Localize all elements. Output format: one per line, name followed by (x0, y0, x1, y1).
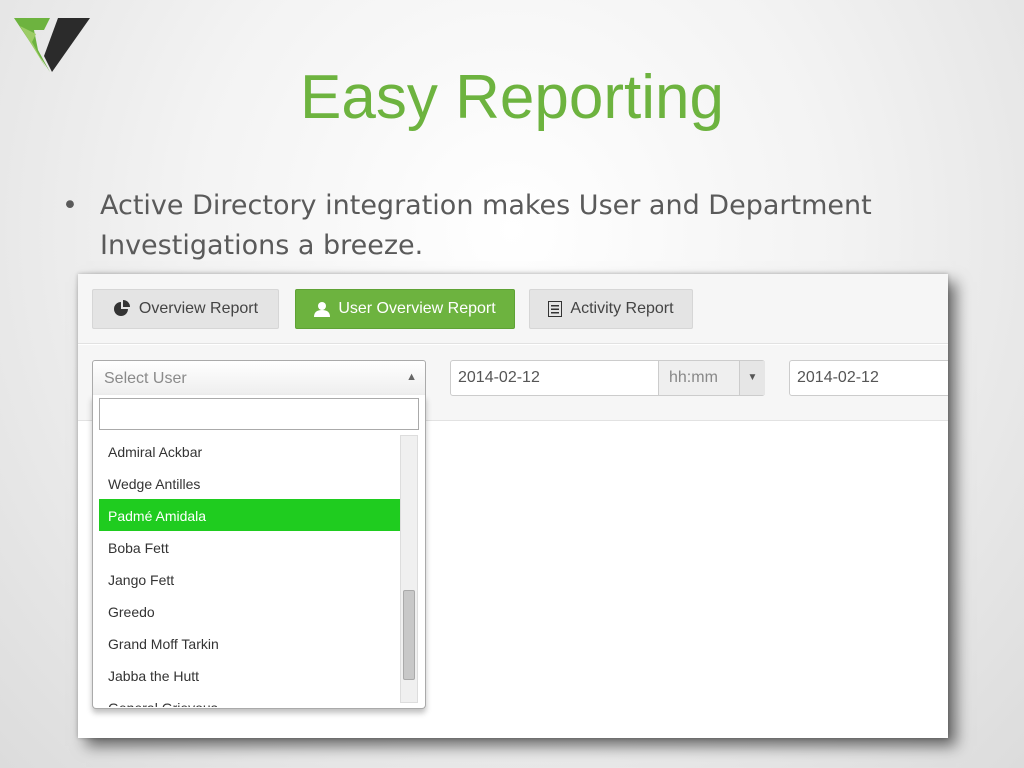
user-dropdown: Admiral Ackbar Wedge Antilles Padmé Amid… (92, 395, 426, 709)
user-option[interactable]: Wedge Antilles (99, 467, 401, 499)
tab-activity-report[interactable]: Activity Report (529, 289, 693, 329)
slide-title: Easy Reporting (300, 63, 724, 132)
tab-label: Overview Report (138, 300, 259, 317)
scrollbar-thumb[interactable] (403, 590, 415, 680)
user-option[interactable]: General Grievous (99, 691, 401, 707)
start-date-input[interactable]: 2014-02-12 (451, 361, 658, 395)
bullet-marker: • (62, 190, 78, 221)
user-option[interactable]: Grand Moff Tarkin (99, 627, 401, 659)
report-tab-bar: Overview Report User Overview Report Act… (78, 274, 948, 344)
bullet-point: • Active Directory integration makes Use… (62, 186, 942, 266)
user-select-placeholder: Select User (104, 370, 187, 387)
tab-label: User Overview Report (338, 300, 496, 317)
pie-chart-icon (113, 300, 130, 316)
tab-label: Activity Report (570, 300, 674, 317)
dropdown-scrollbar[interactable] (400, 435, 418, 703)
list-icon (548, 301, 563, 317)
tab-overview-report[interactable]: Overview Report (92, 289, 279, 329)
bullet-text: Active Directory integration makes User … (100, 190, 872, 261)
end-datetime-group: 2014-02-12 (789, 360, 948, 396)
user-option[interactable]: Boba Fett (99, 531, 401, 563)
time-dropdown-caret-icon[interactable]: ▼ (739, 361, 765, 395)
user-search-input[interactable] (99, 398, 419, 430)
end-date-input[interactable]: 2014-02-12 (790, 361, 948, 395)
user-option[interactable]: Greedo (99, 595, 401, 627)
user-option[interactable]: Jabba the Hutt (99, 659, 401, 691)
app-screenshot: Overview Report User Overview Report Act… (78, 274, 948, 738)
user-option-list: Admiral Ackbar Wedge Antilles Padmé Amid… (99, 435, 401, 707)
start-time-input[interactable]: hh:mm (658, 361, 739, 395)
user-option[interactable]: Admiral Ackbar (99, 435, 401, 467)
user-option[interactable]: Jango Fett (99, 563, 401, 595)
user-icon (314, 302, 331, 317)
start-datetime-group: 2014-02-12 hh:mm ▼ (450, 360, 765, 396)
chevron-up-icon: ▲ (406, 371, 417, 383)
tab-user-overview-report[interactable]: User Overview Report (295, 289, 515, 329)
user-option-selected[interactable]: Padmé Amidala (99, 499, 401, 531)
user-select[interactable]: Select User ▲ (92, 360, 426, 396)
